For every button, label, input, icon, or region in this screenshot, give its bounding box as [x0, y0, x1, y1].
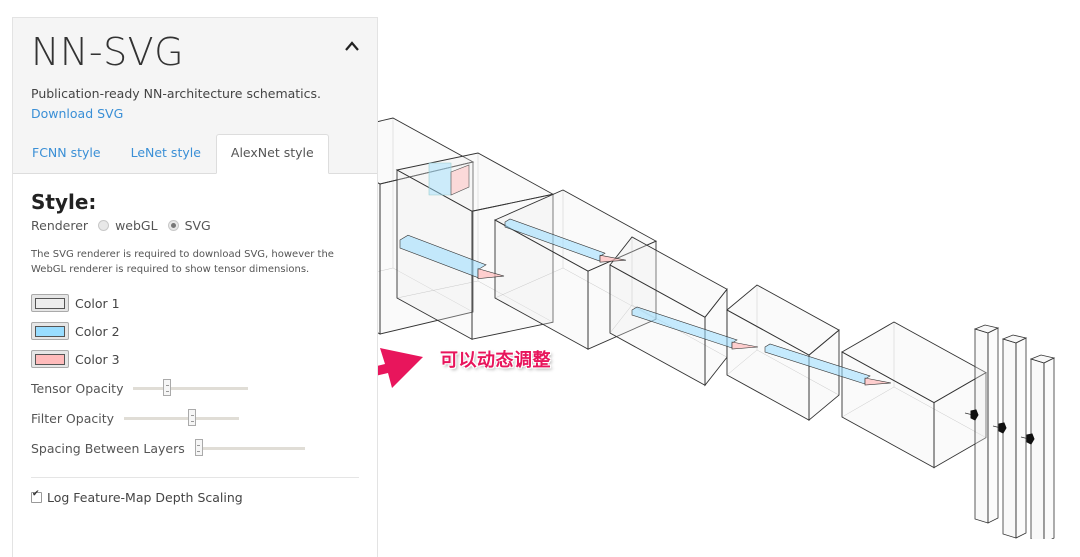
control-panel: NN-SVG Publication-ready NN-architecture…: [12, 17, 378, 557]
tab-fcnn-style[interactable]: FCNN style: [17, 134, 116, 173]
color-pickers: Color 1 Color 2 Color 3: [31, 293, 359, 369]
filter-opacity-row: Filter Opacity: [31, 407, 359, 429]
renderer-webgl-radio[interactable]: [98, 220, 110, 231]
layer-fc2-front-face: [1002, 338, 1017, 539]
layer-fc1-front-face: [974, 328, 989, 524]
panel-body: Style: Renderer webGL SVG The SVG render…: [13, 190, 377, 505]
style-heading: Style:: [31, 190, 97, 214]
renderer-label: Renderer: [31, 218, 89, 233]
color-2-label: Color 2: [75, 323, 120, 339]
annotation-label: 可以动态调整: [440, 350, 551, 371]
renderer-svg-radio[interactable]: [167, 220, 179, 231]
filter-opacity-slider[interactable]: [124, 408, 240, 426]
layer-fc2: [1001, 334, 1028, 539]
tensor-opacity-handle[interactable]: [163, 378, 172, 396]
tensor-opacity-row: Tensor Opacity: [31, 377, 359, 399]
panel-header: NN-SVG Publication-ready NN-architecture…: [13, 18, 377, 174]
app-subtitle: Publication-ready NN-architecture schema…: [31, 86, 322, 101]
renderer-note: The SVG renderer is required to download…: [31, 249, 334, 275]
style-tabs: FCNN style LeNet style AlexNet style: [17, 134, 329, 174]
layer-conv5: [841, 321, 987, 469]
color-row-2: Color 2: [31, 321, 359, 341]
color-1-swatch: [35, 297, 65, 309]
app-title: NN-SVG: [31, 30, 185, 74]
renderer-row: Renderer webGL SVG: [31, 218, 359, 233]
color-2-picker[interactable]: [31, 322, 69, 340]
color-3-label: Color 3: [75, 351, 120, 367]
layer-fc3-front-face: [1030, 358, 1045, 539]
layer-fc3: [1029, 354, 1056, 539]
layer-fc1-side-face: [987, 327, 999, 524]
color-3-picker[interactable]: [31, 350, 69, 368]
color-1-label: Color 1: [75, 295, 120, 311]
color-2-swatch: [35, 325, 65, 337]
color-3-swatch: [35, 353, 65, 365]
renderer-svg-label[interactable]: SVG: [185, 218, 211, 233]
layer-spacing-label: Spacing Between Layers: [31, 440, 185, 456]
color-row-3: Color 3: [31, 349, 359, 369]
tensor-opacity-slider[interactable]: [133, 378, 249, 396]
layer-fc1: [973, 324, 1000, 524]
tab-alexnet-style[interactable]: AlexNet style: [215, 134, 329, 174]
section-divider: [31, 477, 359, 478]
color-1-picker[interactable]: [31, 294, 69, 312]
color-row-1: Color 1: [31, 293, 359, 313]
chevron-up-icon[interactable]: [343, 38, 361, 56]
layer-spacing-row: Spacing Between Layers: [31, 437, 359, 459]
filter-opacity-label: Filter Opacity: [31, 410, 115, 426]
renderer-webgl-label[interactable]: webGL: [115, 218, 158, 233]
tab-lenet-style[interactable]: LeNet style: [116, 134, 216, 173]
layer-spacing-handle[interactable]: [194, 438, 203, 456]
log-depth-scaling-checkbox[interactable]: [31, 489, 42, 503]
layer-spacing-slider[interactable]: [194, 438, 305, 456]
log-depth-scaling-row: Log Feature-Map Depth Scaling: [31, 489, 359, 505]
input-kernel-cube: [428, 162, 452, 196]
download-svg-link[interactable]: Download SVG: [31, 106, 123, 121]
filter-opacity-handle[interactable]: [188, 408, 197, 426]
layer-conv3: [609, 236, 728, 387]
layer-fc3-side-face: [1043, 357, 1055, 539]
log-depth-scaling-label[interactable]: Log Feature-Map Depth Scaling: [47, 490, 243, 505]
tensor-opacity-label: Tensor Opacity: [31, 380, 124, 396]
